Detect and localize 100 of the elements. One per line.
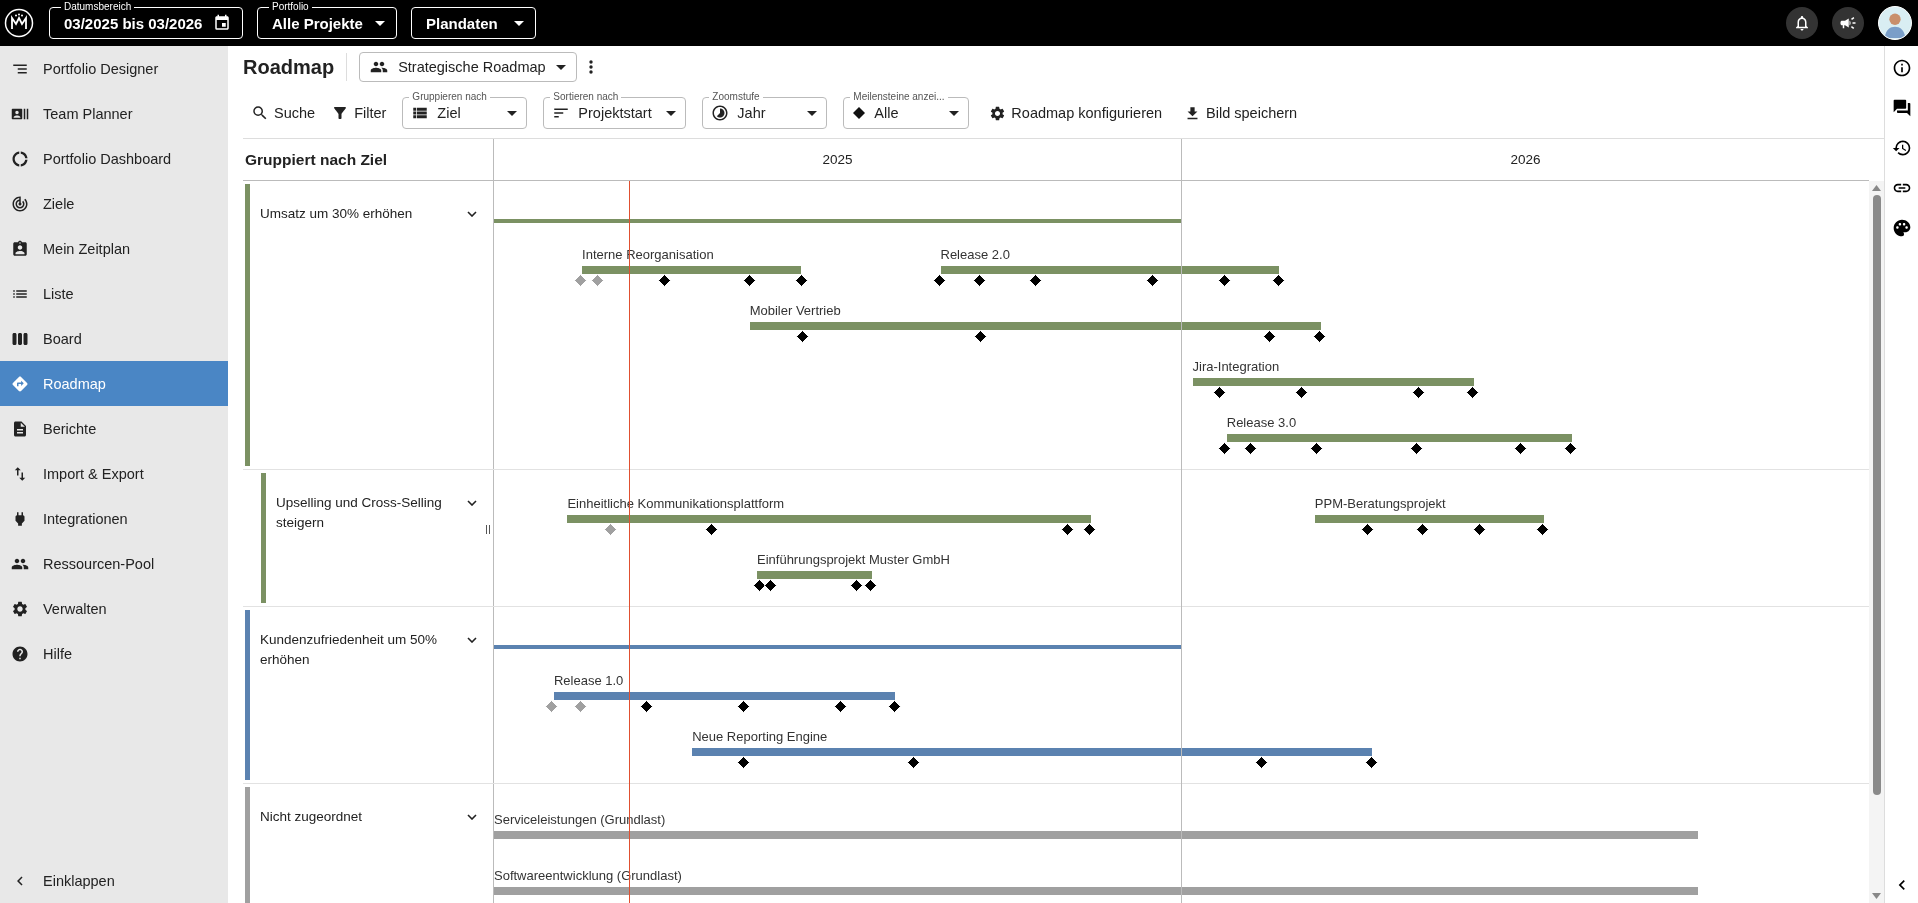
project-name: Einführungsprojekt Muster GmbH bbox=[757, 552, 950, 567]
select-field[interactable]: Zoomstufe Jahr bbox=[702, 89, 828, 129]
field-value: Jahr bbox=[737, 105, 767, 121]
caret-icon bbox=[949, 110, 960, 116]
select-field[interactable]: Sortieren nach Projektstart bbox=[543, 89, 687, 129]
milestone-marker[interactable] bbox=[1564, 442, 1577, 455]
target-icon bbox=[11, 194, 29, 213]
project-name: Release 2.0 bbox=[940, 247, 1010, 262]
expand-button[interactable] bbox=[467, 814, 477, 820]
nav-item[interactable]: Portfolio Designer bbox=[0, 46, 228, 91]
info-button[interactable] bbox=[1891, 58, 1912, 78]
field-label: Sortieren nach bbox=[550, 91, 622, 103]
milestone-marker[interactable] bbox=[1083, 523, 1097, 536]
search-icon bbox=[251, 104, 269, 122]
nav-item[interactable]: Roadmap bbox=[0, 361, 228, 406]
group-title: Kundenzufriedenheit um 50% erhöhen bbox=[260, 631, 439, 669]
field-label: Datumsbereich bbox=[61, 1, 135, 13]
milestone-marker[interactable] bbox=[545, 700, 558, 713]
field-value: Alle Projekte bbox=[272, 14, 363, 32]
resize-handle[interactable] bbox=[486, 525, 490, 534]
megaphone-icon bbox=[1839, 14, 1857, 32]
expand-button[interactable] bbox=[467, 211, 477, 217]
milestone-marker[interactable] bbox=[794, 274, 808, 287]
group-header: Gruppiert nach Ziel bbox=[244, 149, 389, 170]
scroll-down-icon[interactable] bbox=[1872, 893, 1881, 899]
comments-button[interactable] bbox=[1891, 98, 1912, 118]
avatar[interactable] bbox=[1878, 6, 1912, 40]
project-name: Release 1.0 bbox=[553, 673, 624, 688]
nav-item[interactable]: Import & Export bbox=[0, 451, 228, 496]
select-field[interactable]: Meilensteine anzei... Alle bbox=[843, 89, 970, 129]
milestone-marker[interactable] bbox=[1217, 442, 1231, 455]
logo[interactable] bbox=[4, 8, 34, 38]
more-icon bbox=[588, 60, 593, 74]
caret-icon bbox=[514, 20, 524, 26]
milestone-marker[interactable] bbox=[1466, 386, 1480, 399]
milestone-marker[interactable] bbox=[1535, 523, 1549, 536]
scrollbar[interactable] bbox=[1869, 181, 1884, 903]
nav-item[interactable]: Hilfe bbox=[0, 631, 228, 676]
calendar-icon bbox=[213, 14, 231, 32]
settings-icon bbox=[989, 104, 1007, 122]
milestone-marker[interactable] bbox=[887, 700, 901, 713]
field-value: Alle bbox=[874, 105, 900, 121]
caret-icon bbox=[507, 110, 518, 116]
history-button[interactable] bbox=[1891, 138, 1912, 158]
milestone-marker[interactable] bbox=[1271, 274, 1285, 287]
nav-item[interactable]: Ziele bbox=[0, 181, 228, 226]
group-title: Upselling und Cross-Selling steigern bbox=[276, 494, 443, 532]
field-value: Projektstart bbox=[578, 105, 653, 121]
chevron-icon bbox=[467, 637, 477, 643]
milestone-marker[interactable] bbox=[864, 579, 878, 592]
nav-item[interactable]: Mein Zeitplan bbox=[0, 226, 228, 271]
caret-icon bbox=[375, 20, 385, 26]
project-name: Neue Reporting Engine bbox=[692, 729, 828, 744]
palette-button[interactable] bbox=[1891, 218, 1912, 238]
scroll-up-icon[interactable] bbox=[1872, 185, 1881, 191]
project-name: PPM-Beratungsprojekt bbox=[1314, 496, 1446, 511]
milestone-marker[interactable] bbox=[574, 274, 588, 287]
toolbar-button[interactable]: Filter bbox=[331, 104, 387, 122]
group-title: Umsatz um 30% erhöhen bbox=[260, 205, 413, 223]
chat-bubbles-icon bbox=[1891, 98, 1912, 118]
toolbar-button[interactable]: Bild speichern bbox=[1184, 104, 1298, 122]
milestone-marker[interactable] bbox=[1313, 330, 1327, 343]
settings-icon bbox=[11, 599, 29, 618]
milestone-marker[interactable] bbox=[752, 579, 766, 592]
toolbar-button[interactable]: Roadmap konfigurieren bbox=[989, 104, 1163, 122]
expand-button[interactable] bbox=[467, 637, 477, 643]
history-icon bbox=[1891, 138, 1912, 158]
expand-button[interactable] bbox=[467, 500, 477, 506]
timelapse-icon bbox=[711, 104, 730, 122]
data-source-select[interactable]: Plandaten bbox=[411, 0, 536, 39]
caret-icon bbox=[807, 110, 818, 116]
field-label: Portfolio bbox=[269, 1, 312, 13]
nav-item[interactable]: Verwalten bbox=[0, 586, 228, 631]
notifications-button[interactable] bbox=[1786, 7, 1818, 39]
view-select[interactable]: Strategische Roadmap bbox=[359, 52, 577, 82]
portfolio-select[interactable]: Portfolio Alle Projekte bbox=[257, 0, 397, 39]
nav-item[interactable]: Board bbox=[0, 316, 228, 361]
help-icon bbox=[11, 644, 29, 663]
date-range-field[interactable]: Datumsbereich 03/2025 bis 03/2026 bbox=[49, 0, 243, 39]
milestone-marker[interactable] bbox=[932, 274, 946, 287]
select-field[interactable]: Gruppieren nach Ziel bbox=[402, 89, 528, 129]
nav-item[interactable]: Integrationen bbox=[0, 496, 228, 541]
document-icon bbox=[11, 419, 29, 438]
project-name: Mobiler Vertrieb bbox=[749, 303, 841, 318]
toolbar-button[interactable]: Suche bbox=[251, 104, 316, 122]
announcements-button[interactable] bbox=[1832, 7, 1864, 39]
milestone-marker[interactable] bbox=[1364, 756, 1378, 769]
collapse-button[interactable]: Einklappen bbox=[0, 858, 228, 903]
nav-item[interactable]: Team Planner bbox=[0, 91, 228, 136]
nav-item[interactable]: Portfolio Dashboard bbox=[0, 136, 228, 181]
chevron-icon bbox=[467, 211, 477, 217]
more-button[interactable] bbox=[588, 60, 593, 74]
chevron-icon bbox=[467, 500, 477, 506]
diamond-icon bbox=[852, 106, 867, 120]
nav-item[interactable]: Liste bbox=[0, 271, 228, 316]
clipboard-person-icon bbox=[11, 239, 29, 258]
caret-icon bbox=[555, 64, 566, 70]
nav-item[interactable]: Berichte bbox=[0, 406, 228, 451]
nav-item[interactable]: Ressourcen-Pool bbox=[0, 541, 228, 586]
field-label: Gruppieren nach bbox=[409, 91, 490, 103]
